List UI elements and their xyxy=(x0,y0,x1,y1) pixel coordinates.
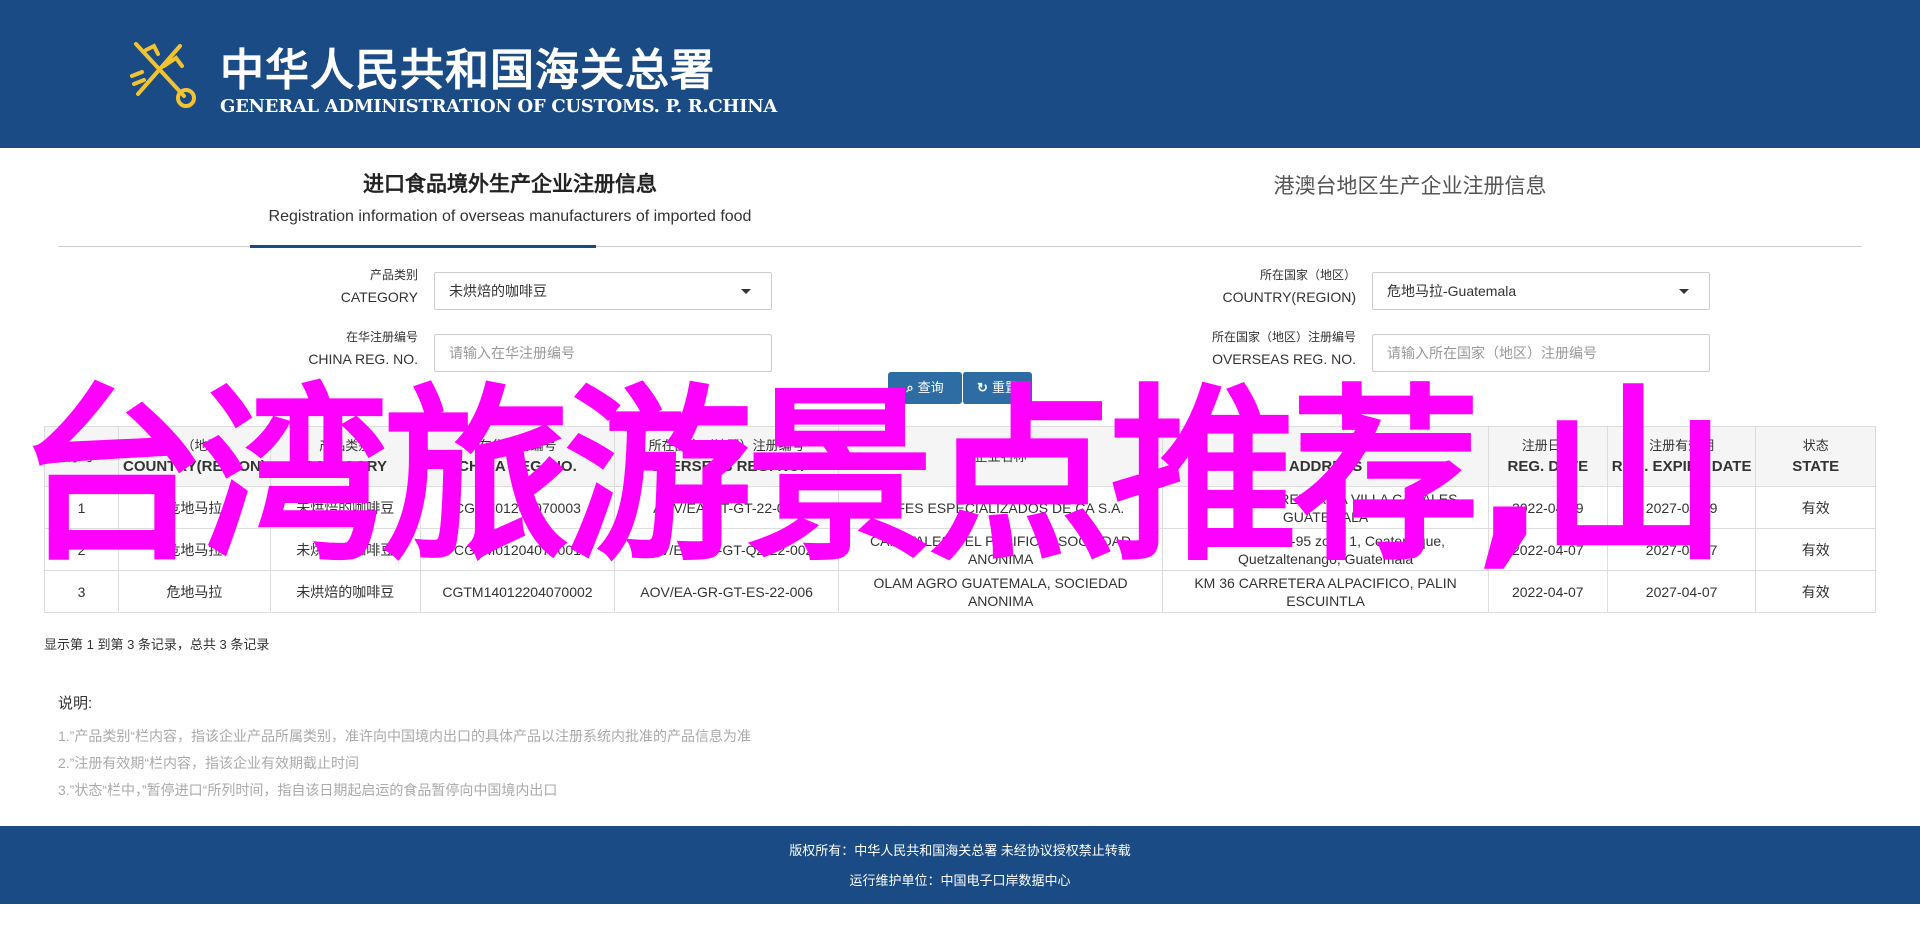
table-cell: 2022-04-19 xyxy=(1487,486,1608,529)
reset-button[interactable]: ↻ 重置 xyxy=(962,372,1032,404)
tab-hk-macao-taiwan[interactable]: 港澳台地区生产企业注册信息 xyxy=(1170,170,1650,200)
table-cell: CAFES ESPECIALIZADOS DE CA S.A. xyxy=(837,486,1164,529)
table-cell: 未烘焙的咖啡豆 xyxy=(269,486,421,529)
results-table: 序号 国家（地区） COUNTRY(REGION) 产品类别 CATEGORY 在华… xyxy=(44,426,1876,613)
table-cell: 2027-04-19 xyxy=(1606,486,1757,529)
table-cell: 危地马拉 xyxy=(117,528,271,571)
table-cell: 2027-04-07 xyxy=(1606,570,1757,613)
site-title-cn: 中华人民共和国海关总署 xyxy=(220,45,715,96)
table-cell: 有效 xyxy=(1755,570,1876,613)
table-cell: 1 xyxy=(44,486,119,529)
site-title-en: GENERAL ADMINISTRATION OF CUSTOMS. P. R.… xyxy=(220,96,778,117)
china-reg-input[interactable]: 请输入在华注册编号 xyxy=(434,334,772,372)
note-item: 1.”产品类别“栏内容，指该企业产品所属类别，准许向中国境内出口的具体产品以注册… xyxy=(58,728,751,744)
col-header[interactable]: 注册日期 REG. DATE xyxy=(1487,426,1608,487)
col-header[interactable]: 在华注册编号 CHINA REG. NO. xyxy=(419,426,616,487)
notes-title: 说明: xyxy=(58,695,93,712)
table-cell: OLAM AGRO GUATEMALA, SOCIEDAD ANONIMA xyxy=(837,570,1164,613)
overseas-reg-label: 所在国家（地区）注册编号 OVERSEAS REG. NO. xyxy=(1211,330,1356,367)
footer-maintainer: 运行维护单位：中国电子口岸数据中心 xyxy=(849,873,1071,888)
table-cell: la calle final 2-95 zona 1, Coatepeque, … xyxy=(1162,528,1489,571)
table-cell: 危地马拉 xyxy=(117,570,271,613)
footer-copyright: 版权所有：中华人民共和国海关总署 未经协议授权禁止转载 xyxy=(789,843,1131,858)
tab-title-en: Registration information of overseas man… xyxy=(268,208,752,225)
pagination-summary: 显示第 1 到第 3 条记录，总共 3 条记录 xyxy=(44,637,270,652)
china-reg-placeholder: 请输入在华注册编号 xyxy=(449,345,575,361)
customs-emblem-icon xyxy=(130,42,196,108)
table-cell: 有效 xyxy=(1755,528,1876,571)
table-cell: CGTM01204070001 xyxy=(419,528,616,571)
table-cell: 未烘焙的咖啡豆 xyxy=(269,528,421,571)
table-cell: AOV/EA-GR-GT-QZ-22-002 xyxy=(614,528,839,571)
table-row: 1 危地马拉 未烘焙的咖啡豆 CGTM01204070003 AOV/EA-GT… xyxy=(44,486,1876,529)
table-cell: 2027-04-07 xyxy=(1606,528,1757,571)
table-cell: 未烘焙的咖啡豆 xyxy=(269,570,421,613)
table-cell: 2 xyxy=(44,528,119,571)
category-select-value: 未烘焙的咖啡豆 xyxy=(449,283,547,299)
col-header[interactable]: 企业地址 ADDRESS xyxy=(1162,426,1489,487)
col-header[interactable]: 序号 xyxy=(44,426,119,487)
overseas-reg-placeholder: 请输入所在国家（地区）注册编号 xyxy=(1387,345,1597,361)
col-header[interactable]: 企业名称 xyxy=(837,426,1164,487)
refresh-icon: ↻ xyxy=(977,380,988,395)
china-reg-label: 在华注册编号 CHINA REG. NO. xyxy=(308,330,418,367)
table-row: 3 危地马拉 未烘焙的咖啡豆 CGTM14012204070002 AOV/EA… xyxy=(44,570,1876,613)
col-header[interactable]: 产品类别 CATEGORY xyxy=(269,426,421,487)
site-header: 中华人民共和国海关总署 GENERAL ADMINISTRATION OF CU… xyxy=(0,0,1920,148)
active-tab-indicator xyxy=(250,245,596,248)
table-cell: 2022-04-07 xyxy=(1487,528,1608,571)
col-header[interactable]: 国家（地区） COUNTRY(REGION) xyxy=(117,426,271,487)
table-row: 2 危地马拉 未烘焙的咖啡豆 CGTM01204070001 AOV/EA-GR… xyxy=(44,528,1876,571)
site-footer: 版权所有：中华人民共和国海关总署 未经协议授权禁止转载 运行维护单位：中国电子口… xyxy=(0,826,1920,904)
table-cell: CAFETALES DEL PACIFICO, SOCIEDAD ANONIMA xyxy=(837,528,1164,571)
tab-title-cn: 进口食品境外生产企业注册信息 xyxy=(363,171,657,196)
search-button[interactable]: ⌕ 查询 xyxy=(888,372,962,404)
table-cell: AOV/EA-GR-GT-ES-22-006 xyxy=(614,570,839,613)
note-item: 3.”状态“栏中，”暂停进口“所列时间，指自该日期起启运的食品暂停向中国境内出口 xyxy=(58,782,558,798)
notes-section: 说明: 1.”产品类别“栏内容，指该企业产品所属类别，准许向中国境内出口的具体产… xyxy=(58,692,751,804)
category-select[interactable]: 未烘焙的咖啡豆 xyxy=(434,272,772,310)
tab-title-cn: 港澳台地区生产企业注册信息 xyxy=(1273,174,1547,198)
table-header-row: 序号 国家（地区） COUNTRY(REGION) 产品类别 CATEGORY 在华… xyxy=(44,426,1876,487)
table-cell: 2022-04-07 xyxy=(1487,570,1608,613)
table-cell: AOV/EA-GT-GT-22-010 xyxy=(614,486,839,529)
table-cell: CGTM01204070003 xyxy=(419,486,616,529)
table-cell: KM 27.5 CARRETERA A VILLA CANALES GUATEM… xyxy=(1162,486,1489,529)
table-cell: CGTM14012204070002 xyxy=(419,570,616,613)
category-label: 产品类别 CATEGORY xyxy=(340,268,418,305)
chevron-down-icon xyxy=(1679,289,1689,294)
table-cell: KM 36 CARRETERA ALPACIFICO, PALIN ESCUIN… xyxy=(1162,570,1489,613)
country-select-value: 危地马拉-Guatemala xyxy=(1387,283,1517,299)
tab-overseas-manufacturers[interactable]: 进口食品境外生产企业注册信息 Registration information … xyxy=(220,168,800,226)
chevron-down-icon xyxy=(741,289,751,294)
country-select[interactable]: 危地马拉-Guatemala xyxy=(1372,272,1710,310)
table-cell: 危地马拉 xyxy=(117,486,271,529)
overseas-reg-input[interactable]: 请输入所在国家（地区）注册编号 xyxy=(1372,334,1710,372)
table-cell: 有效 xyxy=(1755,486,1876,529)
col-header[interactable]: 注册有效期 REG. EXPIRE DATE xyxy=(1606,426,1757,487)
search-icon: ⌕ xyxy=(906,380,914,395)
table-cell: 3 xyxy=(44,570,119,613)
col-header[interactable]: 所在国家（地区）注册编号 OVERSEAS REG. NO. xyxy=(614,426,839,487)
note-item: 2.”注册有效期“栏内容，指该企业有效期截止时间 xyxy=(58,755,359,771)
country-label: 所在国家（地区） COUNTRY(REGION) xyxy=(1222,268,1356,305)
col-header[interactable]: 状态 STATE xyxy=(1755,426,1876,487)
